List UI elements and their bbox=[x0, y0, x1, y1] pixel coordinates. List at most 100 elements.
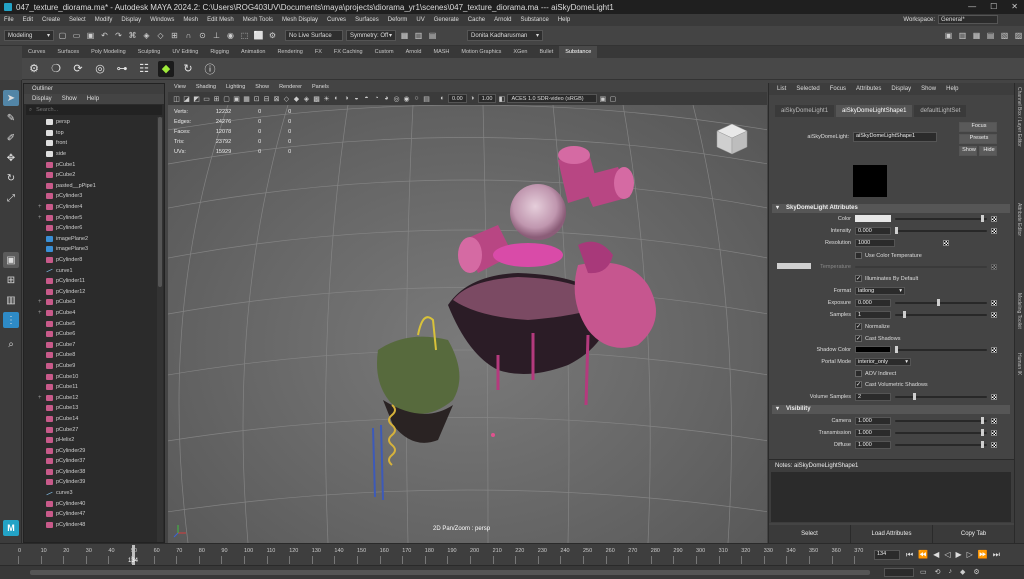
list-item[interactable]: pasted__pPipe1 bbox=[24, 181, 158, 192]
list-item[interactable]: pHelix2 bbox=[24, 435, 158, 446]
range-slider[interactable]: ▭ ⟲ ♪ ◆ ⚙ bbox=[0, 565, 1024, 579]
step-forward-key-icon[interactable]: ⏩ bbox=[978, 550, 988, 560]
gamma-field[interactable]: 1.00 bbox=[477, 94, 497, 103]
snap-grid-icon[interactable]: ⊞ bbox=[169, 30, 180, 41]
viewport-menu-lighting[interactable]: Lighting bbox=[226, 83, 245, 92]
image-plane-icon[interactable]: ▭ bbox=[202, 94, 211, 103]
focus-button[interactable]: Focus bbox=[959, 122, 997, 132]
menu-arnold[interactable]: Arnold bbox=[494, 17, 511, 23]
safe-title-icon[interactable]: ⊠ bbox=[272, 94, 281, 103]
minimize-button[interactable]: — bbox=[968, 2, 976, 11]
viewport-menu-shading[interactable]: Shading bbox=[196, 83, 216, 92]
exposure-field[interactable]: 0.00 bbox=[448, 94, 467, 103]
exposure-slider[interactable] bbox=[895, 302, 987, 304]
go-to-end-icon[interactable]: ⏭ bbox=[993, 550, 1000, 560]
attr-menu-display[interactable]: Display bbox=[891, 83, 911, 95]
key-icon[interactable]: ◆ bbox=[960, 568, 965, 576]
right-tab[interactable]: Attribute Editor bbox=[1016, 203, 1022, 236]
menu-display[interactable]: Display bbox=[121, 17, 141, 23]
list-item[interactable]: pCylinder12 bbox=[24, 287, 158, 298]
layout-icon-3[interactable]: ▦ bbox=[971, 30, 982, 41]
maya-home-icon[interactable]: M bbox=[3, 520, 19, 536]
copy-tab-button[interactable]: Copy Tab bbox=[933, 525, 1015, 543]
diffuse-field[interactable]: 1.000 bbox=[855, 441, 891, 449]
transmission-map-button[interactable] bbox=[991, 430, 997, 436]
list-item[interactable]: pCylinder39 bbox=[24, 477, 158, 488]
workspace-dropdown[interactable]: General* bbox=[938, 15, 998, 24]
live-surface-dropdown[interactable]: No Live Surface bbox=[285, 30, 343, 41]
format-dropdown[interactable]: latlong ▾ bbox=[855, 287, 905, 295]
grid-icon[interactable]: ⊞ bbox=[212, 94, 221, 103]
shelf-tab-custom[interactable]: Custom bbox=[369, 46, 400, 58]
layout-icon-5[interactable]: ▧ bbox=[999, 30, 1010, 41]
shadow-color-map-button[interactable] bbox=[991, 347, 997, 353]
portal-mode-dropdown[interactable]: interior_only ▾ bbox=[855, 358, 911, 366]
menu-windows[interactable]: Windows bbox=[150, 17, 174, 23]
menu-substance[interactable]: Substance bbox=[520, 17, 548, 23]
settings-icon[interactable]: ⚙ bbox=[973, 568, 979, 576]
list-item[interactable]: pCube27 bbox=[24, 424, 158, 435]
show-button[interactable]: Show bbox=[959, 146, 977, 156]
anti-alias-icon[interactable]: ◓ bbox=[362, 94, 371, 103]
samples-map-button[interactable] bbox=[991, 312, 997, 318]
persp-outliner-icon[interactable]: ▥ bbox=[3, 292, 19, 308]
shelf-tab-rendering[interactable]: Rendering bbox=[271, 46, 308, 58]
go-to-start-icon[interactable]: ⏮ bbox=[906, 550, 913, 560]
gamma-icon[interactable]: ◑ bbox=[468, 94, 477, 103]
menu-set-dropdown[interactable]: Modeling ▾ bbox=[4, 30, 54, 41]
volume-samples-slider[interactable] bbox=[895, 396, 987, 398]
select-component-icon[interactable]: ◇ bbox=[155, 30, 166, 41]
outliner-scrollbar[interactable] bbox=[157, 117, 163, 542]
menu-create[interactable]: Create bbox=[42, 17, 60, 23]
wireframe-on-shaded-icon[interactable]: ◈ bbox=[302, 94, 311, 103]
shelf-tab-arnold[interactable]: Arnold bbox=[400, 46, 428, 58]
shelf-tab-uv-editing[interactable]: UV Editing bbox=[166, 46, 204, 58]
list-item[interactable]: top bbox=[24, 128, 158, 139]
snap-view-icon[interactable]: ⊥ bbox=[211, 30, 222, 41]
render-frame-icon[interactable]: ⬚ bbox=[239, 30, 250, 41]
range-field[interactable] bbox=[884, 568, 914, 577]
outliner-menu-help[interactable]: Help bbox=[87, 94, 99, 104]
use-color-temp-checkbox[interactable] bbox=[855, 252, 862, 259]
list-item[interactable]: pCylinder38 bbox=[24, 467, 158, 478]
list-item[interactable]: pCylinder6 bbox=[24, 223, 158, 234]
list-item[interactable]: pCube2 bbox=[24, 170, 158, 181]
expand-toggle-icon[interactable]: + bbox=[38, 215, 42, 221]
new-scene-icon[interactable]: ▢ bbox=[57, 30, 68, 41]
resolution-gate-icon[interactable]: ▣ bbox=[232, 94, 241, 103]
attr-menu-attributes[interactable]: Attributes bbox=[856, 83, 881, 95]
toggle-panel-icon[interactable]: ▦ bbox=[399, 30, 410, 41]
resolution-field[interactable]: 1000 bbox=[855, 239, 895, 247]
attr-menu-selected[interactable]: Selected bbox=[796, 83, 819, 95]
fps-icon[interactable]: ▭ bbox=[920, 568, 927, 576]
hide-button[interactable]: Hide bbox=[979, 146, 997, 156]
play-backward-icon[interactable]: ◁ bbox=[944, 550, 950, 560]
play-forward-icon[interactable]: ▶ bbox=[955, 550, 961, 560]
list-item[interactable]: + pCube4 bbox=[24, 308, 158, 319]
list-item[interactable]: pCube7 bbox=[24, 339, 158, 350]
cycle-icon[interactable]: ↻ bbox=[180, 61, 196, 77]
maximize-button[interactable]: ☐ bbox=[990, 2, 997, 11]
list-item[interactable]: pCylinder47 bbox=[24, 509, 158, 520]
color-space-dropdown[interactable]: ACES 1.0 SDR-video (sRGB) bbox=[507, 94, 598, 103]
hud-icon[interactable]: ▤ bbox=[422, 94, 431, 103]
bookmark-icon[interactable]: ◩ bbox=[192, 94, 201, 103]
shelf-tab-rigging[interactable]: Rigging bbox=[204, 46, 235, 58]
search-icon[interactable]: ⌕ bbox=[3, 336, 19, 352]
list-item[interactable]: pCube1 bbox=[24, 159, 158, 170]
attr-menu-list[interactable]: List bbox=[777, 83, 786, 95]
color-management-icon[interactable]: ◧ bbox=[497, 94, 506, 103]
volume-samples-slider-knob[interactable] bbox=[913, 393, 916, 400]
list-item[interactable]: front bbox=[24, 138, 158, 149]
intensity-field[interactable]: 0.000 bbox=[855, 227, 891, 235]
samples-slider[interactable] bbox=[895, 314, 987, 316]
attr-tab[interactable]: aiSkyDomeLightShape1 bbox=[836, 105, 913, 117]
list-item[interactable]: pCube14 bbox=[24, 414, 158, 425]
step-back-frame-icon[interactable]: ◀ bbox=[933, 550, 939, 560]
color-map-button[interactable] bbox=[991, 216, 997, 222]
shelf-tab-animation[interactable]: Animation bbox=[235, 46, 271, 58]
samples-field[interactable]: 1 bbox=[855, 311, 891, 319]
list-item[interactable]: pCylinder29 bbox=[24, 445, 158, 456]
snap-curve-icon[interactable]: ∩ bbox=[183, 30, 194, 41]
sound-icon[interactable]: ♪ bbox=[949, 568, 953, 576]
